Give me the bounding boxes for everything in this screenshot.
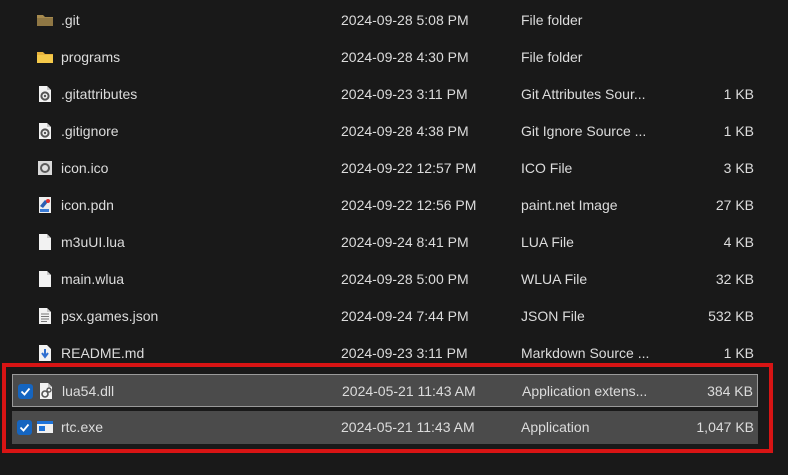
file-date-modified: 2024-09-28 4:38 PM — [341, 123, 469, 139]
file-date-modified: 2024-09-28 5:08 PM — [341, 12, 469, 28]
file-row[interactable]: README.md 2024-09-23 3:11 PM Markdown Sour… — [12, 337, 758, 370]
file-name: main.wlua — [61, 271, 125, 287]
file-row[interactable]: rtc.exe 2024-05-21 11:43 AM Application 1,0… — [12, 411, 758, 444]
folder-icon — [36, 48, 54, 66]
file-name: m3uUI.lua — [61, 234, 125, 250]
file-size: 1 KB — [723, 345, 754, 361]
file-row[interactable]: psx.games.json 2024-09-24 7:44 PM JSON Fil… — [12, 300, 758, 333]
file-name: programs — [61, 49, 121, 65]
file-date-modified: 2024-05-21 11:43 AM — [341, 419, 475, 435]
file-date-modified: 2024-09-28 5:00 PM — [341, 271, 469, 287]
file-date-modified: 2024-09-22 12:57 PM — [341, 160, 477, 176]
file-type: File folder — [521, 49, 583, 65]
file-type: LUA File — [521, 234, 574, 250]
file-name: .gitignore — [61, 123, 119, 139]
markdown-file-icon — [36, 344, 54, 362]
file-type: WLUA File — [521, 271, 588, 287]
file-size: 4 KB — [723, 234, 754, 250]
file-type: Application extens... — [522, 383, 648, 399]
file-name: icon.ico — [61, 160, 109, 176]
file-date-modified: 2024-09-24 8:41 PM — [341, 234, 469, 250]
exe-file-icon — [36, 418, 54, 436]
file-name: lua54.dll — [62, 383, 115, 399]
file-name: README.md — [61, 345, 145, 361]
file-size: 3 KB — [723, 160, 754, 176]
file-size: 1 KB — [723, 86, 754, 102]
paintnet-file-icon — [36, 196, 54, 214]
file-row[interactable]: .gitattributes 2024-09-23 3:11 PM Git Attr… — [12, 78, 758, 111]
blank-file-icon — [36, 270, 54, 288]
file-date-modified: 2024-09-23 3:11 PM — [341, 86, 468, 102]
file-size: 1,047 KB — [696, 419, 754, 435]
file-type: Markdown Source ... — [521, 345, 650, 361]
file-type: File folder — [521, 12, 583, 28]
file-row[interactable]: programs 2024-09-28 4:30 PM File folder — [12, 41, 758, 74]
file-size: 27 KB — [715, 197, 754, 213]
file-row[interactable]: m3uUI.lua 2024-09-24 8:41 PM LUA File 4 KB — [12, 226, 758, 259]
file-date-modified: 2024-09-24 7:44 PM — [341, 308, 469, 324]
file-list: .git 2024-09-28 5:08 PM File folder program… — [0, 0, 788, 475]
blank-file-icon — [36, 233, 54, 251]
file-name: .gitattributes — [61, 86, 138, 102]
file-size: 32 KB — [715, 271, 754, 287]
file-type: paint.net Image — [521, 197, 618, 213]
file-type: Git Attributes Sour... — [521, 86, 646, 102]
settings-file-icon — [36, 122, 54, 140]
selection-checkbox[interactable] — [17, 420, 32, 435]
file-row[interactable]: icon.pdn 2024-09-22 12:56 PM paint.net Ima… — [12, 189, 758, 222]
file-name: icon.pdn — [61, 197, 114, 213]
selection-checkbox[interactable] — [18, 384, 33, 399]
file-row[interactable]: icon.ico 2024-09-22 12:57 PM ICO File 3 KB — [12, 152, 758, 185]
file-name: psx.games.json — [61, 308, 159, 324]
text-file-icon — [36, 307, 54, 325]
file-size: 532 KB — [708, 308, 754, 324]
file-date-modified: 2024-05-21 11:43 AM — [342, 383, 476, 399]
ico-file-icon — [36, 159, 54, 177]
file-type: Application — [521, 419, 590, 435]
file-size: 1 KB — [723, 123, 754, 139]
file-row[interactable]: .gitignore 2024-09-28 4:38 PM Git Ignore S… — [12, 115, 758, 148]
folder-dim-icon — [36, 11, 54, 29]
file-row[interactable]: main.wlua 2024-09-28 5:00 PM WLUA File 32 K… — [12, 263, 758, 296]
file-size: 384 KB — [707, 383, 753, 399]
file-date-modified: 2024-09-28 4:30 PM — [341, 49, 469, 65]
file-type: ICO File — [521, 160, 573, 176]
settings-file-icon — [36, 85, 54, 103]
file-type: JSON File — [521, 308, 585, 324]
dll-file-icon — [37, 382, 55, 400]
file-date-modified: 2024-09-23 3:11 PM — [341, 345, 468, 361]
file-name: .git — [61, 12, 80, 28]
file-type: Git Ignore Source ... — [521, 123, 647, 139]
file-row[interactable]: .git 2024-09-28 5:08 PM File folder — [12, 4, 758, 37]
file-name: rtc.exe — [61, 419, 104, 435]
file-row[interactable]: lua54.dll 2024-05-21 11:43 AM Application … — [12, 374, 758, 407]
file-date-modified: 2024-09-22 12:56 PM — [341, 197, 477, 213]
